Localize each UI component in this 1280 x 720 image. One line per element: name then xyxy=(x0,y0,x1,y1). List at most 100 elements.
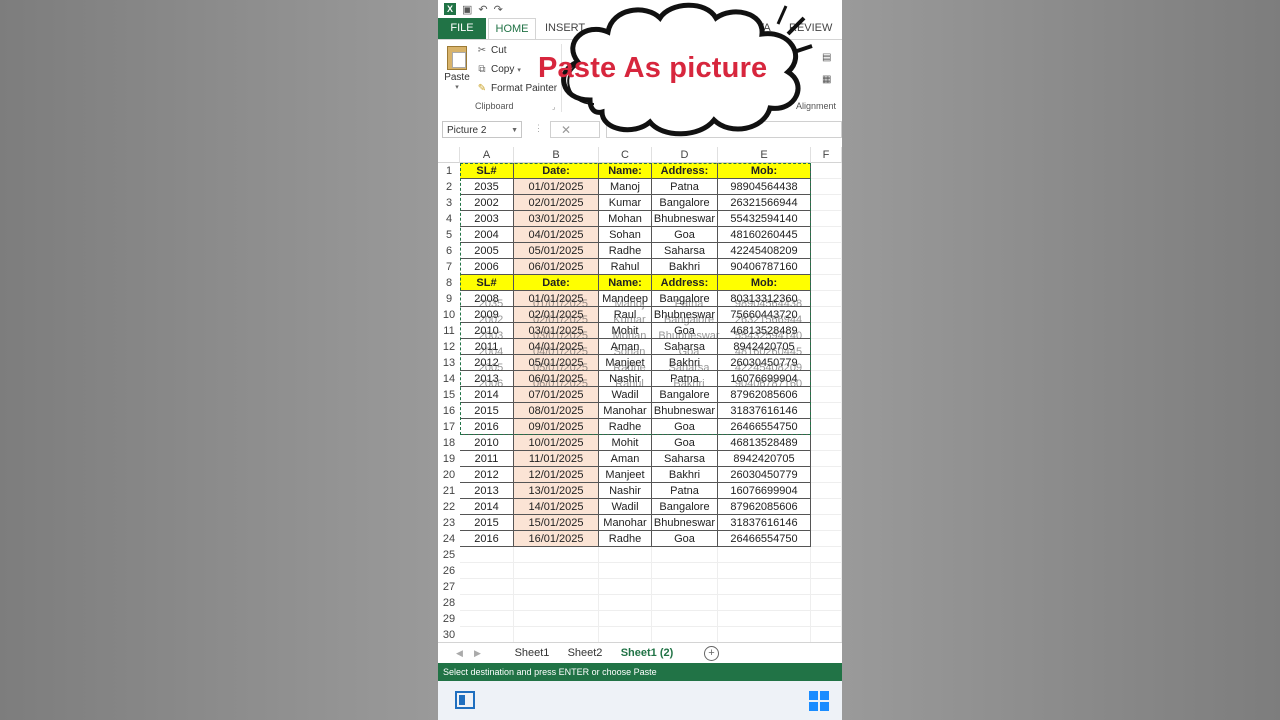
data-cell[interactable]: 13/01/2025 xyxy=(514,483,599,499)
data-cell[interactable]: 2003 xyxy=(460,211,514,227)
empty-cell[interactable] xyxy=(652,579,718,595)
grid-cell-f[interactable] xyxy=(811,483,842,499)
add-sheet-icon[interactable]: + xyxy=(704,646,719,661)
row-number[interactable]: 22 xyxy=(438,499,460,515)
row-number[interactable]: 13 xyxy=(438,355,460,371)
data-cell[interactable]: Kumar xyxy=(599,195,652,211)
row-number[interactable]: 19 xyxy=(438,451,460,467)
row-number[interactable]: 3 xyxy=(438,195,460,211)
data-cell[interactable]: 08/01/2025 xyxy=(514,403,599,419)
data-cell[interactable]: 55432594140 xyxy=(718,211,811,227)
column-header-e[interactable]: E xyxy=(718,147,811,163)
data-cell[interactable]: 2014 xyxy=(460,499,514,515)
header-cell[interactable]: Mob: xyxy=(718,163,811,179)
data-cell[interactable]: 2004 xyxy=(460,227,514,243)
row-number[interactable]: 18 xyxy=(438,435,460,451)
data-cell[interactable]: 2002 xyxy=(460,195,514,211)
grid-cell-f[interactable] xyxy=(811,195,842,211)
empty-cell[interactable] xyxy=(599,595,652,611)
grid-cell-f[interactable] xyxy=(811,419,842,435)
empty-cell[interactable] xyxy=(718,547,811,563)
empty-cell[interactable] xyxy=(599,627,652,643)
row-number[interactable]: 14 xyxy=(438,371,460,387)
row-number[interactable]: 26 xyxy=(438,563,460,579)
grid-cell-f[interactable] xyxy=(811,611,842,627)
header-cell[interactable]: Name: xyxy=(599,163,652,179)
empty-cell[interactable] xyxy=(718,611,811,627)
data-cell[interactable]: Radhe xyxy=(599,419,652,435)
empty-cell[interactable] xyxy=(599,547,652,563)
grid-cell-f[interactable] xyxy=(811,227,842,243)
row-number[interactable]: 27 xyxy=(438,579,460,595)
data-cell[interactable]: Goa xyxy=(652,531,718,547)
tab-sheet1[interactable]: Sheet1 xyxy=(508,643,556,663)
row-number[interactable]: 17 xyxy=(438,419,460,435)
empty-cell[interactable] xyxy=(460,579,514,595)
empty-cell[interactable] xyxy=(514,563,599,579)
data-cell[interactable]: 05/01/2025 xyxy=(514,243,599,259)
data-cell[interactable]: 2005 xyxy=(460,243,514,259)
empty-cell[interactable] xyxy=(460,611,514,627)
grid-cell-f[interactable] xyxy=(811,595,842,611)
save-icon[interactable]: ▣ xyxy=(462,3,472,16)
grid-cell-f[interactable] xyxy=(811,371,842,387)
empty-cell[interactable] xyxy=(718,563,811,579)
empty-cell[interactable] xyxy=(718,627,811,643)
data-cell[interactable]: 31837616146 xyxy=(718,515,811,531)
row-number[interactable]: 23 xyxy=(438,515,460,531)
select-all-corner[interactable] xyxy=(438,147,460,163)
data-cell[interactable]: 2011 xyxy=(460,451,514,467)
empty-cell[interactable] xyxy=(514,595,599,611)
data-cell[interactable]: 48160260445 xyxy=(718,227,811,243)
data-cell[interactable]: 12/01/2025 xyxy=(514,467,599,483)
data-cell[interactable]: Patna xyxy=(652,179,718,195)
data-cell[interactable]: 2012 xyxy=(460,467,514,483)
empty-cell[interactable] xyxy=(652,563,718,579)
data-cell[interactable]: 04/01/2025 xyxy=(514,227,599,243)
data-cell[interactable]: Bakhri xyxy=(652,259,718,275)
data-cell[interactable]: Radhe xyxy=(599,243,652,259)
copy-button[interactable]: ⧉ Copy ▾ xyxy=(476,64,520,75)
row-number[interactable]: 6 xyxy=(438,243,460,259)
prev-sheet-icon[interactable]: ◀ xyxy=(456,643,463,663)
data-cell[interactable]: 06/01/2025 xyxy=(514,259,599,275)
column-header-d[interactable]: D xyxy=(652,147,718,163)
undo-icon[interactable]: ↶ xyxy=(478,3,487,16)
empty-cell[interactable] xyxy=(460,547,514,563)
data-cell[interactable]: Bhubneswar xyxy=(652,515,718,531)
data-cell[interactable]: Aman xyxy=(599,451,652,467)
row-number[interactable]: 24 xyxy=(438,531,460,547)
row-number[interactable]: 25 xyxy=(438,547,460,563)
next-sheet-icon[interactable]: ▶ xyxy=(474,643,481,663)
merge-icon[interactable]: ▦ xyxy=(822,74,831,85)
grid-cell-f[interactable] xyxy=(811,563,842,579)
data-cell[interactable]: 46813528489 xyxy=(718,435,811,451)
data-cell[interactable]: 15/01/2025 xyxy=(514,515,599,531)
grid-cell-f[interactable] xyxy=(811,515,842,531)
redo-icon[interactable]: ↷ xyxy=(494,3,503,16)
tab-home[interactable]: HOME xyxy=(488,18,536,40)
data-cell[interactable]: Wadil xyxy=(599,499,652,515)
data-cell[interactable]: Bakhri xyxy=(652,467,718,483)
header-cell[interactable]: Name: xyxy=(599,275,652,291)
header-cell[interactable]: Date: xyxy=(514,275,599,291)
data-cell[interactable]: Patna xyxy=(652,483,718,499)
row-number[interactable]: 10 xyxy=(438,307,460,323)
column-header-c[interactable]: C xyxy=(599,147,652,163)
data-cell[interactable]: Saharsa xyxy=(652,243,718,259)
data-cell[interactable]: 2010 xyxy=(460,435,514,451)
grid-cell-f[interactable] xyxy=(811,259,842,275)
grid-cell-f[interactable] xyxy=(811,291,842,307)
data-cell[interactable]: Goa xyxy=(652,227,718,243)
empty-cell[interactable] xyxy=(514,547,599,563)
header-cell[interactable]: Address: xyxy=(652,275,718,291)
data-cell[interactable]: 16/01/2025 xyxy=(514,531,599,547)
data-cell[interactable]: Bhubneswar xyxy=(652,211,718,227)
paste-button[interactable]: Paste ▾ xyxy=(444,46,470,91)
data-cell[interactable]: Mohit xyxy=(599,435,652,451)
data-cell[interactable]: 98904564438 xyxy=(718,179,811,195)
data-cell[interactable]: Manohar xyxy=(599,515,652,531)
name-box[interactable]: Picture 2 ▼ xyxy=(442,121,522,138)
row-number[interactable]: 4 xyxy=(438,211,460,227)
grid-cell-f[interactable] xyxy=(811,355,842,371)
